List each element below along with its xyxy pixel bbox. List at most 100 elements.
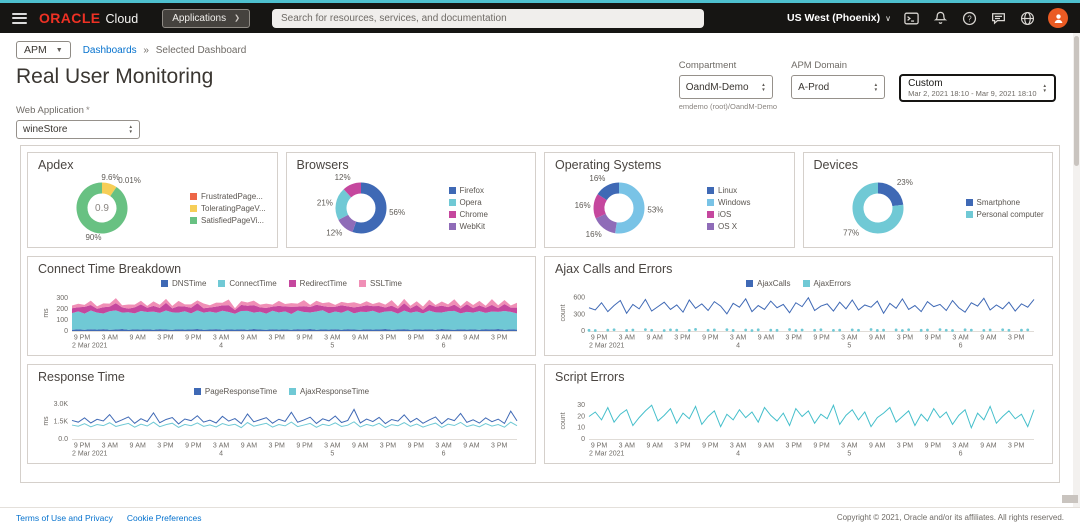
legend-item: Opera <box>449 198 488 207</box>
timeseries-row-2: Response Time PageResponseTime AjaxRespon… <box>27 364 1053 464</box>
hamburger-menu-icon[interactable] <box>12 13 27 24</box>
dashboard-filters: Compartment OandM-Demo ▲▼ emdemo (root)/… <box>679 60 1056 111</box>
apdex-donut-chart <box>38 173 188 243</box>
time-range-select[interactable]: Custom Mar 2, 2021 18:10 - Mar 9, 2021 1… <box>899 74 1056 102</box>
card-title: Response Time <box>38 370 525 385</box>
legend-item: AjaxCalls <box>746 279 790 288</box>
feedback-chat-icon[interactable] <box>990 10 1007 27</box>
time-range-value: Mar 2, 2021 18:10 - Mar 9, 2021 18:10 <box>908 89 1036 98</box>
chevron-down-icon: ▼ <box>56 47 63 54</box>
legend-item: Firefox <box>449 186 488 195</box>
apm-domain-select[interactable]: A-Prod ▲▼ <box>791 75 885 99</box>
card-title: Apdex <box>38 158 267 173</box>
compartment-select[interactable]: OandM-Demo ▲▼ <box>679 75 773 99</box>
stepper-icon: ▲▼ <box>129 125 133 134</box>
connect-time-card: Connect Time Breakdown DNSTime ConnectTim… <box>27 256 536 356</box>
legend-item: Personal computer <box>966 210 1043 219</box>
compartment-hint: emdemo (root)/OandM-Demo <box>679 102 777 111</box>
dashboard-panel: Apdex FrustratedPage... ToleratingPageV..… <box>20 145 1060 483</box>
compartment-control: Compartment OandM-Demo ▲▼ emdemo (root)/… <box>679 60 777 111</box>
stepper-icon: ▲▼ <box>761 83 765 92</box>
legend-item: Smartphone <box>966 198 1043 207</box>
breadcrumb-dashboards-link[interactable]: Dashboards <box>83 45 137 56</box>
svg-text:?: ? <box>967 14 972 23</box>
ajax-legend: AjaxCalls AjaxErrors <box>555 278 1042 289</box>
response-time-legend: PageResponseTime AjaxResponseTime <box>38 386 525 397</box>
browsers-donut-chart <box>297 173 447 243</box>
breadcrumb-separator: » <box>143 45 149 56</box>
card-title: Connect Time Breakdown <box>38 262 525 277</box>
web-application-value: wineStore <box>23 124 67 135</box>
card-title: Ajax Calls and Errors <box>555 262 1042 277</box>
browsers-legend: FirefoxOperaChromeWebKit <box>449 186 488 231</box>
legend-item: AjaxErrors <box>803 279 851 288</box>
legend-item: SatisfiedPageVi... <box>190 216 266 225</box>
copyright-text: Copyright © 2021, Oracle and/or its affi… <box>837 513 1064 522</box>
profile-avatar[interactable] <box>1048 8 1068 28</box>
legend-item: ToleratingPageV... <box>190 204 266 213</box>
apdex-legend: FrustratedPage... ToleratingPageV... Satis… <box>190 192 266 225</box>
stepper-icon: ▲▼ <box>874 83 878 92</box>
oracle-cloud-logo[interactable]: ORACLE Cloud <box>39 10 138 26</box>
applications-button[interactable]: Applications ❯ <box>162 9 250 28</box>
web-application-select[interactable]: wineStore ▲▼ <box>16 120 140 139</box>
footer: Terms of Use and Privacy Cookie Preferen… <box>0 507 1080 527</box>
legend-item: PageResponseTime <box>194 387 277 396</box>
legend-item: SSLTime <box>359 279 402 288</box>
ajax-calls-chart <box>555 291 1042 351</box>
stepper-icon: ▲▼ <box>1043 84 1047 93</box>
apm-domain-value: A-Prod <box>798 82 829 93</box>
legend-item: Chrome <box>449 210 488 219</box>
legend-item: DNSTime <box>161 279 206 288</box>
response-time-chart <box>38 399 525 459</box>
region-label: US West (Phoenix) <box>787 12 880 24</box>
breadcrumb: Dashboards » Selected Dashboard <box>83 45 247 56</box>
compartment-value: OandM-Demo <box>686 82 749 93</box>
card-title: Devices <box>814 158 1043 173</box>
help-icon[interactable]: ? <box>961 10 978 27</box>
legend-item: FrustratedPage... <box>190 192 266 201</box>
time-range-text: Custom Mar 2, 2021 18:10 - Mar 9, 2021 1… <box>908 78 1036 98</box>
apm-domain-control: APM Domain A-Prod ▲▼ <box>791 60 885 99</box>
topbar: ORACLE Cloud Applications ❯ US West (Pho… <box>0 3 1080 33</box>
ajax-calls-card: Ajax Calls and Errors AjaxCalls AjaxError… <box>544 256 1053 356</box>
language-globe-icon[interactable] <box>1019 10 1036 27</box>
connect-time-legend: DNSTime ConnectTime RedirectTime SSLTime <box>38 278 525 289</box>
region-selector[interactable]: US West (Phoenix) ∨ <box>787 12 891 24</box>
horizontal-scrollbar-thumb[interactable] <box>1062 495 1078 503</box>
apm-domain-label: APM Domain <box>791 60 885 71</box>
connect-time-chart <box>38 291 525 351</box>
legend-item: AjaxResponseTime <box>289 387 369 396</box>
web-application-label-text: Web Application <box>16 105 84 116</box>
devices-legend: Smartphone Personal computer <box>966 198 1043 219</box>
chevron-right-icon: ❯ <box>234 14 240 22</box>
operating-systems-donut-chart <box>555 173 705 243</box>
chevron-down-icon: ∨ <box>885 14 891 23</box>
apm-select-value: APM <box>24 44 47 56</box>
browsers-card: Browsers FirefoxOperaChromeWebKit <box>286 152 537 248</box>
compartment-label: Compartment <box>679 60 777 71</box>
brand-oracle-text: ORACLE <box>39 10 101 26</box>
donut-row: Apdex FrustratedPage... ToleratingPageV..… <box>27 152 1053 248</box>
response-time-card: Response Time PageResponseTime AjaxRespon… <box>27 364 536 464</box>
vertical-scrollbar-thumb[interactable] <box>1074 36 1079 166</box>
operating-systems-card: Operating Systems LinuxWindowsiOSOS X <box>544 152 795 248</box>
legend-item: ConnectTime <box>218 279 276 288</box>
apm-service-select[interactable]: APM ▼ <box>16 41 71 59</box>
search-input[interactable] <box>272 9 704 28</box>
brand-cloud-text: Cloud <box>106 12 139 26</box>
cookie-preferences-link[interactable]: Cookie Preferences <box>127 513 202 523</box>
required-marker: * <box>86 105 90 116</box>
script-errors-chart <box>555 399 1042 459</box>
breadcrumb-current: Selected Dashboard <box>156 45 247 56</box>
topbar-right: US West (Phoenix) ∨ ? <box>787 8 1068 28</box>
terms-link[interactable]: Terms of Use and Privacy <box>16 513 113 523</box>
script-errors-legend <box>555 386 1042 397</box>
cloud-shell-icon[interactable] <box>903 10 920 27</box>
legend-item: RedirectTime <box>289 279 347 288</box>
apdex-card: Apdex FrustratedPage... ToleratingPageV..… <box>27 152 278 248</box>
time-range-mode: Custom <box>908 78 1036 89</box>
footer-links: Terms of Use and Privacy Cookie Preferen… <box>16 513 202 523</box>
notifications-bell-icon[interactable] <box>932 10 949 27</box>
devices-card: Devices Smartphone Personal computer <box>803 152 1054 248</box>
